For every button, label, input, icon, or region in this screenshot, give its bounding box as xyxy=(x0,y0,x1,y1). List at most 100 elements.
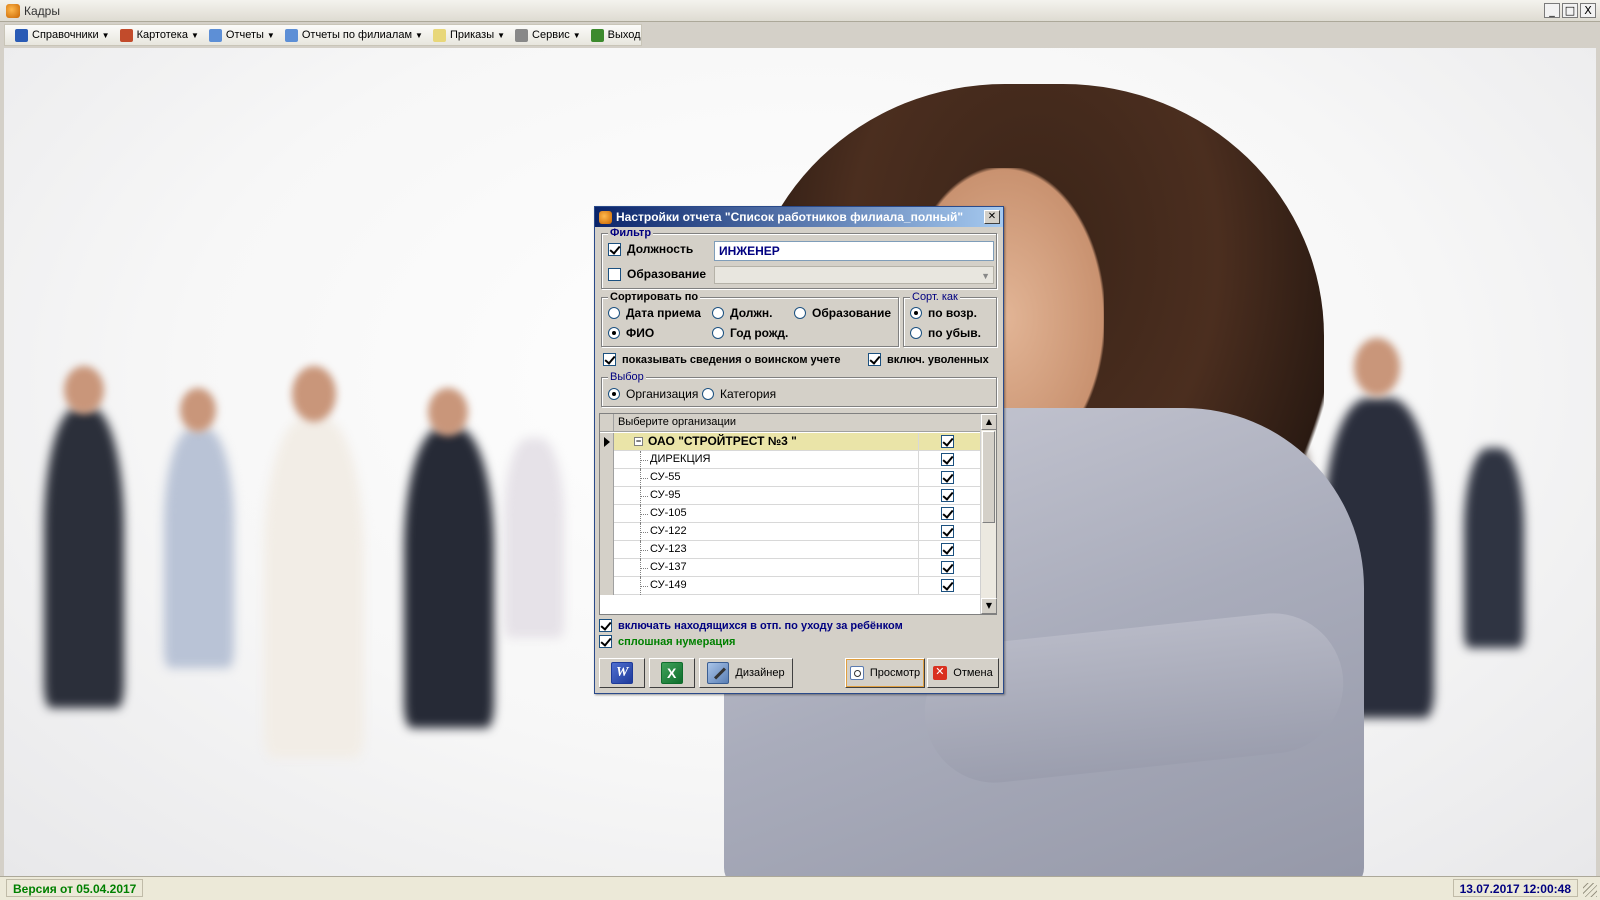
show-military-label: показывать сведения о воинском учете xyxy=(622,353,841,366)
sort-hire-date-label: Дата приема xyxy=(626,306,701,320)
sort-hire-date-radio[interactable]: Дата приема xyxy=(608,306,701,320)
row-indicator xyxy=(600,541,614,559)
tree-node-name-cell: СУ-137 xyxy=(616,559,916,577)
education-select[interactable]: ▼ xyxy=(714,266,994,284)
sort-position-radio-dot[interactable] xyxy=(712,307,724,319)
preview-button[interactable]: Просмотр xyxy=(845,658,925,688)
menu-item-1[interactable]: Картотека ▼ xyxy=(119,28,199,42)
tree-node-checkbox[interactable] xyxy=(941,471,954,484)
education-checkbox-box[interactable] xyxy=(608,267,621,281)
menu-item-6[interactable]: Выход xyxy=(590,28,641,42)
tree-node-check-cell xyxy=(918,487,978,505)
position-input[interactable]: ИНЖЕНЕР xyxy=(714,241,994,261)
education-filter-checkbox[interactable]: Образование xyxy=(608,267,706,281)
word-icon xyxy=(611,662,633,684)
position-checkbox-box[interactable] xyxy=(608,242,621,256)
sort-asc-radio-dot[interactable] xyxy=(910,307,922,319)
tree-node-label: СУ-55 xyxy=(650,471,681,483)
scroll-down-button[interactable]: ▼ xyxy=(981,598,997,614)
tree-row[interactable]: СУ-149 xyxy=(600,577,980,595)
select-category-radio[interactable]: Категория xyxy=(702,387,776,401)
tree-node-check-cell xyxy=(918,577,978,595)
tree-node-name-cell: СУ-55 xyxy=(616,469,916,487)
tree-row[interactable]: СУ-105 xyxy=(600,505,980,523)
select-category-radio-dot[interactable] xyxy=(702,388,714,400)
sort-birth-year-radio[interactable]: Год рожд. xyxy=(712,326,788,340)
tree-node-label: СУ-105 xyxy=(650,507,687,519)
sort-name-radio[interactable]: ФИО xyxy=(608,326,654,340)
tree-node-checkbox[interactable] xyxy=(941,435,954,448)
people-icon xyxy=(119,28,133,42)
tree-node-checkbox[interactable] xyxy=(941,525,954,538)
scroll-up-button[interactable]: ▲ xyxy=(981,414,997,430)
menu-item-0[interactable]: Справочники ▼ xyxy=(15,28,110,42)
sort-position-radio[interactable]: Должн. xyxy=(712,306,772,320)
grid-scrollbar[interactable]: ▲ ▼ xyxy=(980,414,997,614)
tree-node-checkbox[interactable] xyxy=(941,543,954,556)
maximize-button[interactable]: □ xyxy=(1562,3,1578,18)
export-excel-button[interactable] xyxy=(649,658,695,688)
sort-education-radio-dot[interactable] xyxy=(794,307,806,319)
tree-row[interactable]: СУ-122 xyxy=(600,523,980,541)
tree-node-checkbox[interactable] xyxy=(941,507,954,520)
tree-row[interactable]: СУ-55 xyxy=(600,469,980,487)
tree-node-checkbox[interactable] xyxy=(941,453,954,466)
filter-legend: Фильтр xyxy=(608,227,654,239)
tree-node-name-cell: ДИРЕКЦИЯ xyxy=(616,451,916,469)
sort-by-legend: Сортировать по xyxy=(608,291,701,303)
resize-grip-icon[interactable] xyxy=(1583,883,1597,897)
cancel-button-label: Отмена xyxy=(953,667,993,679)
education-label: Образование xyxy=(627,267,707,281)
collapse-toggle[interactable]: − xyxy=(634,437,643,446)
sort-desc-radio-dot[interactable] xyxy=(910,327,922,339)
sort-name-radio-dot[interactable] xyxy=(608,327,620,339)
menu-item-2[interactable]: Отчеты ▼ xyxy=(208,28,275,42)
menu-item-4[interactable]: Приказы ▼ xyxy=(432,28,505,42)
tree-node-checkbox[interactable] xyxy=(941,489,954,502)
row-indicator xyxy=(600,559,614,577)
tree-row[interactable]: ДИРЕКЦИЯ xyxy=(600,451,980,469)
sort-education-radio[interactable]: Образование xyxy=(794,306,891,320)
select-organization-radio[interactable]: Организация xyxy=(608,387,698,401)
export-word-button[interactable] xyxy=(599,658,645,688)
menu-item-5[interactable]: Сервис ▼ xyxy=(515,28,581,42)
include-maternity-checkbox[interactable]: включать находящихся в отп. по уходу за … xyxy=(599,619,903,632)
close-button[interactable]: X xyxy=(1580,3,1596,18)
show-military-checkbox-box[interactable] xyxy=(603,353,616,366)
minimize-button[interactable]: _ xyxy=(1544,3,1560,18)
dialog-close-button[interactable]: ✕ xyxy=(984,210,1000,224)
include-maternity-label: включать находящихся в отп. по уходу за … xyxy=(618,619,903,632)
cancel-button[interactable]: Отмена xyxy=(927,658,999,688)
continuous-numbering-checkbox-box[interactable] xyxy=(599,635,612,648)
sort-asc-radio[interactable]: по возр. xyxy=(910,306,977,320)
sort-desc-label: по убыв. xyxy=(928,326,981,340)
sort-birth-year-radio-dot[interactable] xyxy=(712,327,724,339)
designer-button[interactable]: Дизайнер xyxy=(699,658,793,688)
show-military-checkbox[interactable]: показывать сведения о воинском учете xyxy=(603,353,841,366)
menu-item-3[interactable]: Отчеты по филиалам ▼ xyxy=(284,28,423,42)
position-filter-checkbox[interactable]: Должность xyxy=(608,242,693,256)
organization-tree-grid[interactable]: Выберите организации − ОАО "СТРОЙТРЕСТ №3… xyxy=(599,413,997,615)
tree-node-name-cell: СУ-123 xyxy=(616,541,916,559)
dialog-title: Настройки отчета "Список работников фили… xyxy=(616,210,964,224)
book-icon xyxy=(15,28,28,42)
select-organization-label: Организация xyxy=(626,387,699,401)
tree-node-checkbox[interactable] xyxy=(941,579,954,592)
select-organization-radio-dot[interactable] xyxy=(608,388,620,400)
chevron-down-icon: ▼ xyxy=(266,30,275,40)
sort-desc-radio[interactable]: по убыв. xyxy=(910,326,981,340)
tree-row[interactable]: СУ-123 xyxy=(600,541,980,559)
include-fired-checkbox[interactable]: включ. уволенных xyxy=(868,353,989,366)
include-maternity-checkbox-box[interactable] xyxy=(599,619,612,632)
report-icon xyxy=(284,28,298,42)
tree-row[interactable]: СУ-137 xyxy=(600,559,980,577)
tree-root-row[interactable]: − ОАО "СТРОЙТРЕСТ №3 " xyxy=(600,433,980,451)
tree-node-checkbox[interactable] xyxy=(941,561,954,574)
continuous-numbering-checkbox[interactable]: сплошная нумерация xyxy=(599,635,735,648)
scroll-thumb[interactable] xyxy=(982,431,995,523)
include-fired-checkbox-box[interactable] xyxy=(868,353,881,366)
current-row-pointer-icon xyxy=(604,437,610,447)
sort-hire-date-radio-dot[interactable] xyxy=(608,307,620,319)
tree-row[interactable]: СУ-95 xyxy=(600,487,980,505)
window-controls: _ □ X xyxy=(1544,3,1596,18)
